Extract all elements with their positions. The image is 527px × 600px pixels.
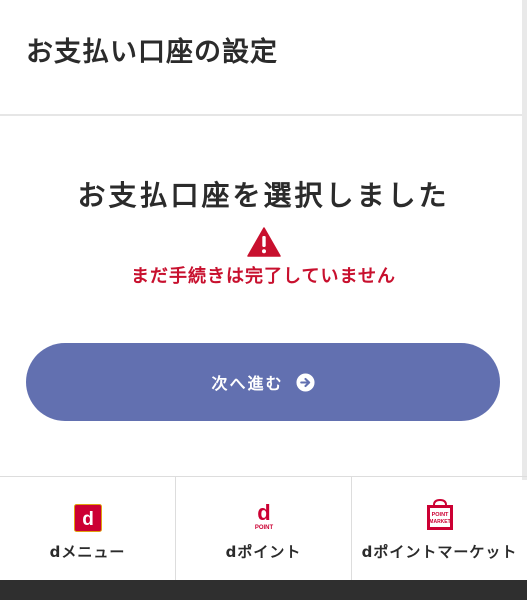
footer-link-d-point[interactable]: d POINT dポイント [176,477,352,580]
footer-bar [0,580,527,600]
warning-icon [247,227,281,257]
page-title: お支払い口座の設定 [26,37,278,68]
footer-link-d-point-market[interactable]: POINT MARKET dポイントマーケット [352,477,527,580]
d-point-icon: d POINT [254,501,273,531]
arrow-right-circle-icon [295,372,315,392]
d-point-market-icon-top-text: POINT [431,512,448,518]
d-point-market-icon: POINT MARKET [426,499,453,530]
d-menu-icon: d [73,504,102,532]
d-point-icon-letter: d [257,501,270,525]
payment-account-page: お支払い口座の設定 お支払口座を選択しました まだ手続きは完了していません 次へ… [0,0,527,600]
d-point-market-icon-bottom-text: MARKET [429,519,450,525]
d-point-icon-text: POINT [254,525,273,531]
next-button-label: 次へ進む [211,376,284,393]
service-links: d dメニュー d POINT dポイント POINT MARKET dポイント… [0,476,527,580]
footer-link-label: dポイント [225,543,302,561]
next-button[interactable]: 次へ進む [26,343,500,421]
page-header: お支払い口座の設定 [0,0,527,116]
completion-heading: お支払口座を選択しました [77,179,450,212]
footer-link-label: dポイントマーケット [361,543,518,561]
footer-link-label: dメニュー [49,543,126,561]
d-menu-icon-letter: d [82,509,94,530]
scrollbar-track[interactable] [522,0,527,480]
footer-link-d-menu[interactable]: d dメニュー [0,477,176,580]
incomplete-warning-text: まだ手続きは完了していません [131,266,396,287]
